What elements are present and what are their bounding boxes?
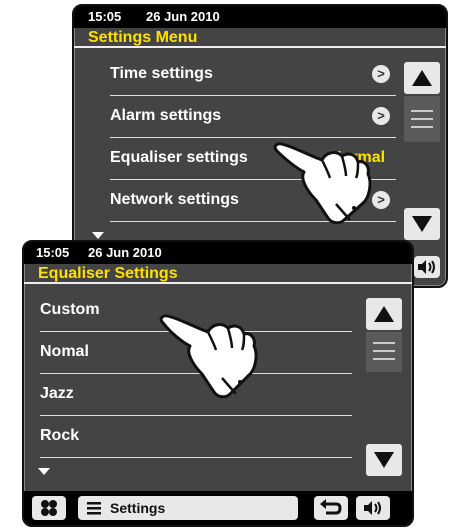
scrollbar[interactable]: [366, 298, 406, 478]
back-arrow-icon: [320, 499, 342, 515]
scrollbar[interactable]: [404, 62, 444, 242]
bottom-toolbar: Settings: [24, 491, 412, 525]
menu-item-label: Equaliser settings: [110, 149, 248, 166]
eq-option-rock[interactable]: Rock: [40, 416, 352, 458]
volume-button[interactable]: [414, 256, 440, 278]
scroll-up-button[interactable]: [404, 62, 440, 94]
menu-item-label: Time settings: [110, 65, 213, 82]
status-bar: 15:05 26 Jun 2010: [24, 242, 412, 264]
eq-option-label: Rock: [40, 427, 80, 444]
menu-item-time-settings[interactable]: Time settings >: [110, 54, 396, 96]
scroll-thumb-line: [411, 118, 433, 120]
pointing-hand-icon: [273, 142, 372, 225]
more-below-icon: [38, 468, 50, 475]
home-grid-icon: [41, 500, 57, 516]
pointing-hand-icon: [159, 314, 258, 399]
clock-time: 15:05: [36, 245, 70, 260]
chevron-right-icon: >: [372, 65, 390, 83]
arrow-down-icon: [412, 216, 432, 232]
volume-icon: [364, 501, 381, 515]
menu-item-alarm-settings[interactable]: Alarm settings >: [110, 96, 396, 138]
settings-menu-button[interactable]: Settings: [78, 496, 298, 520]
toolbar-menu-label: Settings: [110, 500, 166, 516]
more-below-icon: [92, 232, 104, 239]
scroll-track[interactable]: [366, 332, 402, 372]
arrow-down-icon: [374, 452, 394, 468]
scroll-thumb-line: [373, 350, 395, 352]
scroll-thumb-line: [411, 126, 433, 128]
scroll-track[interactable]: [404, 96, 440, 142]
eq-option-label: Custom: [40, 301, 100, 318]
scroll-down-button[interactable]: [404, 208, 440, 240]
menu-item-label: Alarm settings: [110, 107, 222, 124]
volume-button[interactable]: [356, 496, 390, 520]
eq-option-label: Nomal: [40, 343, 89, 360]
page-title: Equaliser Settings: [24, 264, 412, 284]
clock-date: 26 Jun 2010: [88, 245, 162, 260]
page-title: Settings Menu: [74, 28, 446, 48]
scroll-thumb-line: [411, 110, 433, 112]
status-bar: 15:05 26 Jun 2010: [74, 6, 446, 28]
home-button[interactable]: [32, 496, 66, 520]
menu-item-label: Network settings: [110, 191, 239, 208]
back-button[interactable]: [314, 496, 348, 520]
scroll-thumb-line: [373, 358, 395, 360]
arrow-up-icon: [374, 306, 394, 322]
eq-option-label: Jazz: [40, 385, 74, 402]
arrow-up-icon: [412, 70, 432, 86]
chevron-right-icon: >: [372, 107, 390, 125]
scroll-up-button[interactable]: [366, 298, 402, 330]
menu-list-icon: [87, 502, 101, 515]
clock-time: 15:05: [88, 9, 122, 24]
scroll-thumb-line: [373, 342, 395, 344]
scroll-down-button[interactable]: [366, 444, 402, 476]
clock-date: 26 Jun 2010: [146, 9, 220, 24]
volume-icon: [418, 260, 435, 274]
